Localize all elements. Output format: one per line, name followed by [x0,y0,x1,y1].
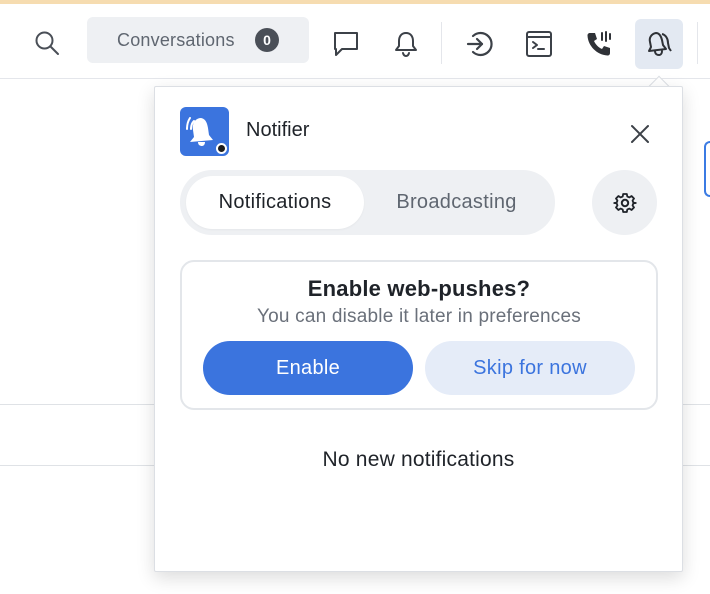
close-icon [631,125,649,143]
notifier-button[interactable] [635,19,683,69]
phone-icon [587,31,611,56]
toolbar-divider [697,22,698,64]
terminal-icon [526,31,552,57]
settings-button[interactable] [592,170,657,235]
conversations-label: Conversations [117,29,235,50]
notifier-panel: Notifier Notifications Broadcasting Enab… [154,86,683,572]
terminal-button[interactable] [519,24,559,64]
conversations-count-badge: 0 [255,28,279,52]
phone-button[interactable] [579,24,619,64]
panel-title: Notifier [246,119,310,141]
bell-icon [395,32,417,57]
gear-icon [612,192,637,213]
web-push-prompt: Enable web-pushes? You can disable it la… [180,260,658,410]
top-toolbar: Conversations 0 [0,4,710,79]
close-button[interactable] [625,119,655,149]
panel-tabs: Notifications Broadcasting [180,170,555,235]
tab-broadcasting[interactable]: Broadcasting [364,176,549,229]
background-divider [0,404,155,405]
toolbar-divider [441,22,442,64]
empty-state-message: No new notifications [322,448,515,471]
push-prompt-title: Enable web-pushes? [307,276,531,301]
search-icon [35,31,59,55]
chat-button[interactable] [326,24,366,64]
background-divider [682,404,710,405]
status-dot [216,143,227,154]
login-icon [466,31,493,57]
background-divider [0,465,155,466]
conversations-button[interactable]: Conversations 0 [87,17,309,63]
search-button[interactable] [28,24,66,62]
notifier-app-logo [180,107,229,156]
tab-notifications[interactable]: Notifications [186,176,364,229]
skip-button[interactable]: Skip for now [425,341,635,395]
login-button[interactable] [459,24,499,64]
background-divider [682,465,710,466]
chat-bubble-icon [334,32,358,56]
background-card-edge [704,141,710,197]
notifications-bell-button[interactable] [386,24,426,64]
enable-button[interactable]: Enable [203,341,413,395]
notifier-bells-icon [648,32,672,56]
push-prompt-subtitle: You can disable it later in preferences [257,306,581,327]
